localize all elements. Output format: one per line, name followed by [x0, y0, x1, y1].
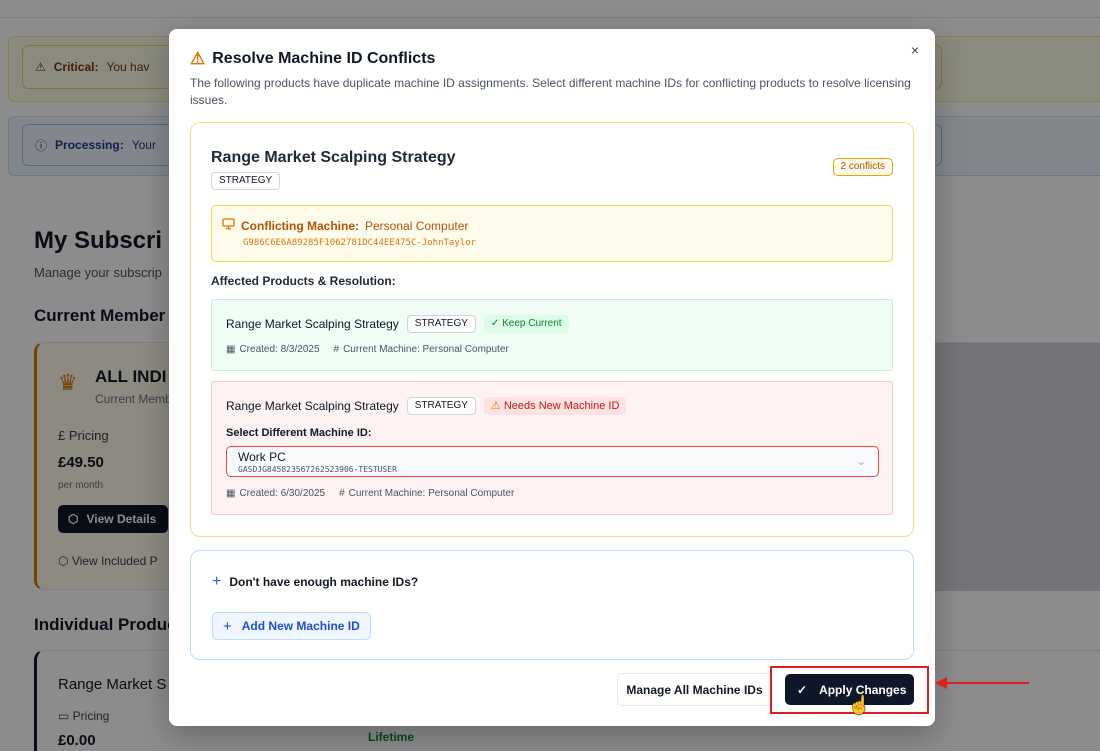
product-row: Range Market Scalping Strategy STRATEGY …	[226, 397, 627, 415]
current-machine: # Current Machine: Personal Computer	[339, 488, 515, 499]
created-date: ▦ Created: 8/3/2025	[226, 344, 320, 355]
plus-icon: +	[223, 617, 232, 635]
product-row: Range Market Scalping Strategy STRATEGY …	[226, 315, 569, 333]
product-meta: ▦ Created: 6/30/2025 # Current Machine: Pe…	[226, 488, 514, 499]
resolve-conflicts-modal: × ⚠ Resolve Machine ID Conflicts The fol…	[169, 29, 935, 726]
conflict-product-name: Range Market Scalping Strategy	[211, 149, 456, 166]
selected-machine-name: Work PC	[238, 450, 286, 464]
affected-product-needs-new: Range Market Scalping Strategy STRATEGY …	[211, 381, 893, 515]
calendar-icon: ▦	[226, 488, 236, 499]
current-machine: # Current Machine: Personal Computer	[333, 344, 509, 355]
modal-title-text: Resolve Machine ID Conflicts	[212, 50, 436, 67]
manage-machine-ids-button[interactable]: Manage All Machine IDs	[617, 673, 772, 706]
needs-new-id-label: Needs New Machine ID	[503, 400, 620, 412]
conflicting-machine-label: Conflicting Machine:	[241, 218, 359, 233]
annotation-arrow	[946, 682, 1029, 684]
product-name: Range Market Scalping Strategy	[226, 399, 399, 413]
hash-icon: #	[333, 344, 340, 355]
modal-description: The following products have duplicate ma…	[190, 76, 911, 107]
warning-triangle-icon: ⚠	[190, 49, 206, 68]
keep-current-label: Keep Current	[502, 318, 562, 329]
plus-icon: +	[212, 573, 222, 590]
hash-icon: #	[339, 488, 345, 499]
conflicting-machine-id: G986C6E6A89285F1062781DC44EE475C-JohnTay…	[243, 238, 476, 248]
created-date: ▦ Created: 6/30/2025	[226, 488, 326, 499]
calendar-icon: ▦	[226, 344, 236, 355]
warning-triangle-icon: ⚠	[490, 400, 501, 412]
more-machine-ids-card: + Don't have enough machine IDs? + Add N…	[190, 550, 914, 660]
more-ids-question-text: Don't have enough machine IDs?	[229, 575, 419, 589]
more-ids-question: + Don't have enough machine IDs?	[212, 573, 418, 591]
close-icon[interactable]: ×	[911, 42, 919, 58]
machine-id-select[interactable]: Work PC GASDJG845823567262523906-TESTUSE…	[226, 446, 879, 477]
add-machine-id-button[interactable]: + Add New Machine ID	[212, 612, 371, 640]
conflicting-machine-line: Conflicting Machine: Personal Computer	[222, 218, 468, 233]
selected-machine-id: GASDJG845823567262523906-TESTUSER	[238, 465, 397, 474]
affected-products-heading: Affected Products & Resolution:	[211, 274, 396, 288]
annotation-arrow-head	[935, 677, 947, 689]
conflicting-machine-box: Conflicting Machine: Personal Computer G…	[211, 205, 893, 262]
pointer-cursor-icon: ☝	[848, 695, 871, 715]
check-icon: ✓	[490, 318, 500, 329]
product-name: Range Market Scalping Strategy	[226, 317, 399, 331]
conflict-card: Range Market Scalping Strategy STRATEGY …	[190, 122, 914, 537]
product-type-tag: STRATEGY	[406, 315, 476, 333]
product-type-tag: STRATEGY	[211, 172, 281, 190]
modal-title: ⚠ Resolve Machine ID Conflicts	[190, 49, 435, 69]
select-machine-label: Select Different Machine ID:	[226, 427, 372, 439]
keep-current-badge: ✓ Keep Current	[483, 315, 569, 333]
needs-new-id-badge: ⚠ Needs New Machine ID	[483, 397, 627, 415]
product-type-tag: STRATEGY	[406, 397, 476, 415]
conflicting-machine-name: Personal Computer	[365, 218, 469, 233]
chevron-down-icon: ⌄	[856, 456, 866, 468]
product-meta: ▦ Created: 8/3/2025 # Current Machine: Per…	[226, 344, 509, 355]
add-machine-id-label: Add New Machine ID	[241, 619, 360, 633]
affected-product-keep: Range Market Scalping Strategy STRATEGY …	[211, 299, 893, 371]
conflict-count-badge: 2 conflicts	[832, 158, 893, 176]
monitor-icon	[222, 218, 235, 233]
